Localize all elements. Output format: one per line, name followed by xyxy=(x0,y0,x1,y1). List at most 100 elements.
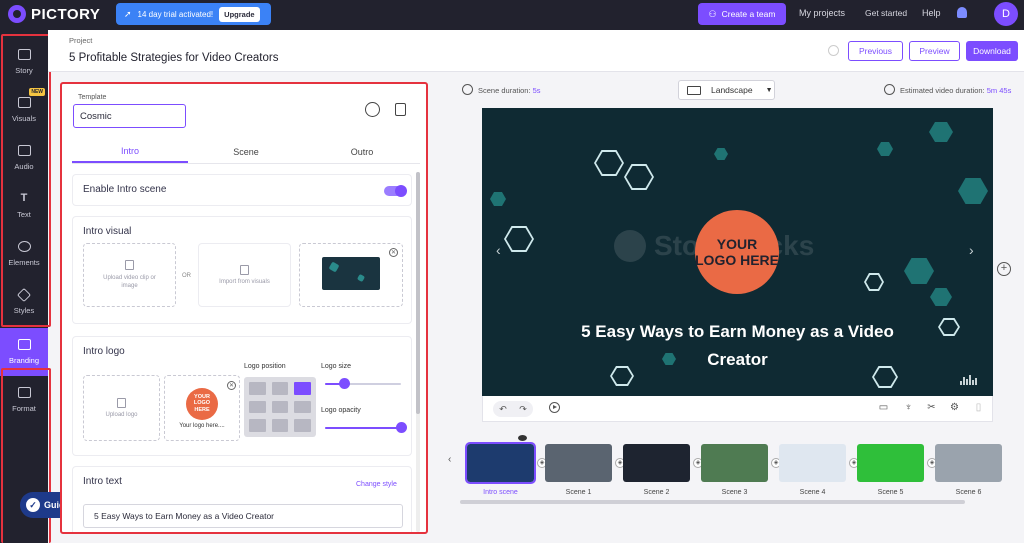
logo-size-slider[interactable] xyxy=(339,378,350,389)
pictory-logo[interactable]: PICTORY xyxy=(8,5,100,23)
upload-clip-dropzone[interactable]: Upload video clip or image xyxy=(83,243,176,307)
scene-thumbnail xyxy=(701,444,768,482)
eye-icon[interactable] xyxy=(518,435,527,441)
trash-icon[interactable]: ▯ xyxy=(973,402,984,413)
import-visuals-box[interactable]: Import from visuals xyxy=(198,243,291,307)
sidebar-item-label: Text xyxy=(17,210,31,219)
chevron-left-icon[interactable]: ‹ xyxy=(496,242,501,258)
player-toolbar: ↶ ↷ ▭ ♆ ✂ ⚙ ▯ xyxy=(482,396,993,422)
template-label: Template xyxy=(78,94,107,101)
hexagon-outline xyxy=(594,150,624,176)
sidebar-item-story[interactable]: Story xyxy=(0,38,48,86)
position-bottom-center[interactable] xyxy=(271,419,289,432)
position-middle-center[interactable] xyxy=(271,400,289,414)
caption-icon[interactable]: ▭ xyxy=(878,402,889,413)
change-style-link[interactable]: Change style xyxy=(356,481,397,488)
scene-duration-value[interactable]: 5s xyxy=(533,86,541,95)
bell-icon[interactable] xyxy=(957,7,967,18)
hexagon-shape xyxy=(877,142,893,156)
upgrade-button[interactable]: Upgrade xyxy=(219,6,260,22)
scene-label: Scene 2 xyxy=(643,489,670,496)
upload-logo-text: Upload logo xyxy=(105,412,138,418)
upload-logo-dropzone[interactable]: Upload logo xyxy=(83,375,160,441)
position-bottom-right[interactable] xyxy=(294,419,311,432)
get-started-link[interactable]: Get started xyxy=(865,8,907,18)
timeline-scrollbar[interactable] xyxy=(460,500,965,504)
sidebar-item-label: Visuals xyxy=(11,114,37,123)
scene-card-2[interactable]: ◈ Scene 2 xyxy=(623,444,703,504)
scissors-icon[interactable]: ✂ xyxy=(926,402,937,413)
enable-intro-toggle[interactable] xyxy=(384,185,407,197)
tab-scene[interactable]: Scene xyxy=(188,140,304,163)
scene-card-intro[interactable]: ◈ Intro scene xyxy=(465,442,547,504)
create-team-label: Create a team xyxy=(721,9,776,19)
sidebar-item-branding[interactable]: Branding xyxy=(0,328,48,376)
position-bottom-left[interactable] xyxy=(249,419,266,432)
tab-outro[interactable]: Outro xyxy=(304,140,420,163)
new-badge: NEW xyxy=(29,88,45,96)
scene-card-4[interactable]: ◈ Scene 4 xyxy=(779,444,859,504)
logo-opacity-label: Logo opacity xyxy=(321,407,361,414)
text-icon: T xyxy=(20,192,28,204)
elements-icon xyxy=(17,241,31,252)
intro-text-title: Intro text xyxy=(83,476,122,487)
chevron-right-icon[interactable]: › xyxy=(969,242,974,258)
intro-visual-card: Intro visual Upload video clip or image … xyxy=(72,216,412,324)
sidebar-item-elements[interactable]: Elements xyxy=(0,230,48,278)
position-middle-left[interactable] xyxy=(249,400,266,414)
sidebar-item-visuals[interactable]: NEW Visuals xyxy=(0,86,48,134)
copy-icon[interactable] xyxy=(391,100,406,116)
microphone-icon[interactable]: ♆ xyxy=(903,402,914,413)
intro-text-input[interactable]: 5 Easy Ways to Earn Money as a Video Cre… xyxy=(83,504,403,528)
user-avatar[interactable]: D xyxy=(994,2,1018,26)
create-team-button[interactable]: ⚇ Create a team xyxy=(698,3,786,25)
logo-caption: Your logo here.... xyxy=(179,422,225,429)
close-icon[interactable]: ✕ xyxy=(227,381,236,390)
project-title[interactable]: 5 Profitable Strategies for Video Creato… xyxy=(69,52,278,64)
my-projects-link[interactable]: My projects xyxy=(799,8,845,18)
help-link[interactable]: Help xyxy=(922,8,941,18)
position-top-center[interactable] xyxy=(271,382,289,395)
enable-intro-card: Enable Intro scene xyxy=(72,174,412,206)
video-preview[interactable]: Storyblocks YOUR LOGO HERE 5 Easy Ways t… xyxy=(482,108,993,396)
branding-panel: Template Cosmic Intro Scene Outro Enable… xyxy=(60,82,428,534)
close-icon[interactable]: ✕ xyxy=(389,248,398,257)
palette-icon[interactable] xyxy=(365,102,380,117)
cosmic-thumbnail xyxy=(322,257,380,290)
scene-card-1[interactable]: ◈ Scene 1 xyxy=(545,444,625,504)
orientation-dropdown[interactable]: Landscape ▼ xyxy=(678,80,775,100)
scene-label: Scene 1 xyxy=(565,489,592,496)
intro-visual-title: Intro visual xyxy=(83,226,132,237)
position-top-left[interactable] xyxy=(249,382,266,395)
sidebar-item-audio[interactable]: Audio xyxy=(0,134,48,182)
download-button[interactable]: Download xyxy=(966,41,1018,61)
chevron-left-icon[interactable]: ‹ xyxy=(448,454,451,465)
sidebar-item-styles[interactable]: Styles xyxy=(0,278,48,326)
sidebar-item-label: Branding xyxy=(8,356,40,365)
previous-button[interactable]: Previous xyxy=(848,41,903,61)
panel-scrollbar[interactable] xyxy=(416,172,420,414)
logo-preview-box[interactable]: YOUR LOGO HERE Your logo here.... ✕ xyxy=(164,375,240,441)
play-icon[interactable] xyxy=(549,402,560,413)
position-middle-right[interactable] xyxy=(294,400,311,414)
estimated-duration: Estimated video duration: 5m 45s xyxy=(900,86,1024,95)
gear-icon[interactable]: ⚙ xyxy=(949,402,960,413)
clock-icon xyxy=(462,84,473,95)
scene-card-5[interactable]: ◈ Scene 5 xyxy=(857,444,937,504)
intro-visual-preview[interactable]: ✕ xyxy=(299,243,403,307)
add-scene-icon[interactable]: + xyxy=(997,262,1011,276)
template-input[interactable]: Cosmic xyxy=(73,104,186,128)
sidebar-item-text[interactable]: T Text xyxy=(0,182,48,230)
undo-icon[interactable]: ↶ xyxy=(499,404,507,415)
video-logo-placeholder: YOUR LOGO HERE xyxy=(695,210,779,294)
hexagon-shape xyxy=(714,148,728,160)
preview-button[interactable]: Preview xyxy=(909,41,960,61)
scene-thumbnail xyxy=(857,444,924,482)
redo-icon[interactable]: ↷ xyxy=(519,404,527,415)
sidebar-item-format[interactable]: Format xyxy=(0,376,48,424)
position-top-right[interactable] xyxy=(294,382,311,395)
scene-card-3[interactable]: ◈ Scene 3 xyxy=(701,444,781,504)
tab-intro[interactable]: Intro xyxy=(72,140,188,163)
logo-opacity-slider[interactable] xyxy=(396,422,407,433)
scene-card-6[interactable]: Scene 6 xyxy=(935,444,1002,504)
